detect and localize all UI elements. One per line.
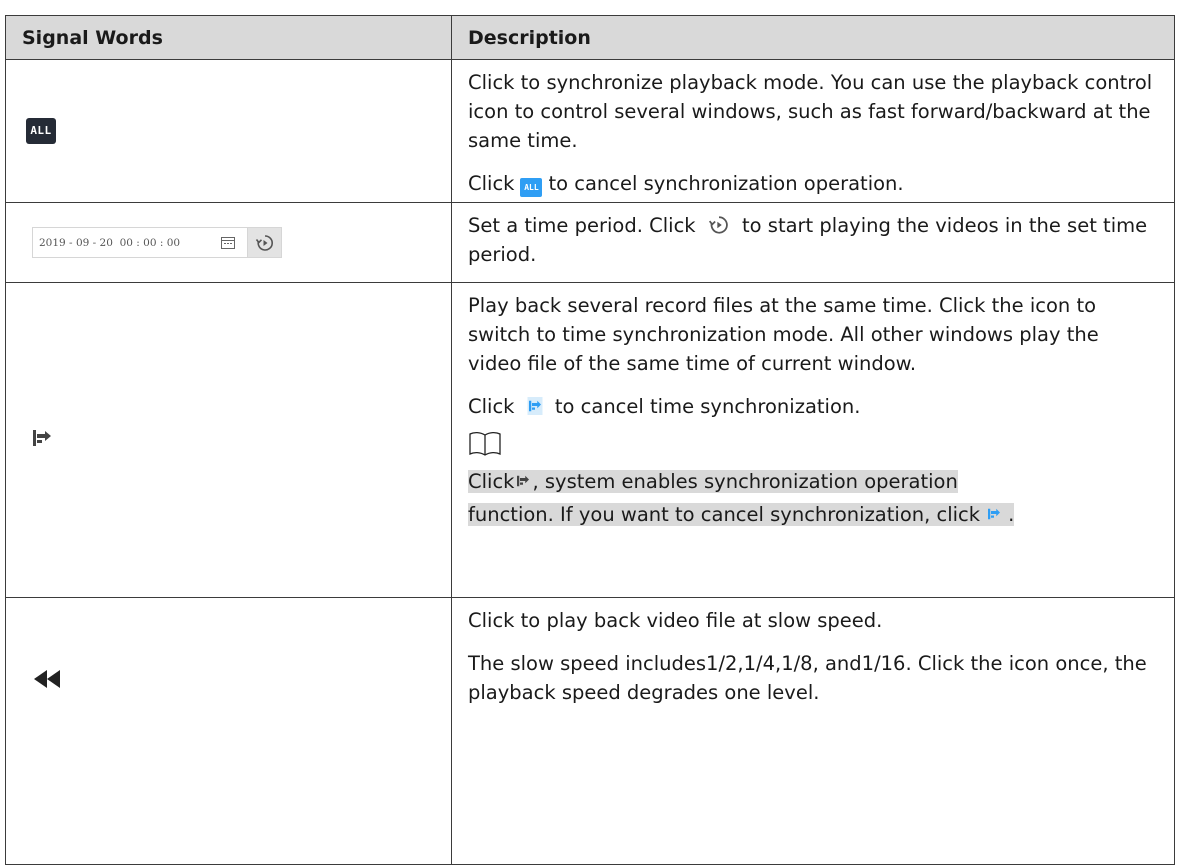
- description-paragraph: Set a time period. Click to start playin…: [468, 211, 1158, 269]
- cancel-suffix: to cancel time synchronization.: [554, 395, 861, 418]
- cancel-suffix: to cancel synchronization operation.: [548, 172, 904, 195]
- replay-button: [248, 227, 282, 258]
- slow-play-icon: [34, 670, 60, 688]
- table-row: 2019 - 09 - 20 00 : 00 : 00 Set a time p…: [5, 202, 1175, 283]
- cancel-prefix: Click: [468, 172, 515, 195]
- note-book-icon: [469, 431, 501, 456]
- table-row: ALL Click to synchronize playback mode. …: [5, 59, 1175, 203]
- header-description: Description: [451, 15, 1175, 60]
- description-paragraph: Click to play back video file at slow sp…: [468, 609, 883, 632]
- calendar-icon: [221, 236, 235, 249]
- note-line-2: function. If you want to cancel synchron…: [468, 500, 1158, 529]
- description-cell: Click to play back video file at slow sp…: [451, 597, 1175, 865]
- note-prefix: function. If you want to cancel synchron…: [468, 503, 981, 526]
- date-time-field: 2019 - 09 - 20 00 : 00 : 00: [32, 227, 248, 258]
- date-time-picker: 2019 - 09 - 20 00 : 00 : 00: [32, 226, 282, 259]
- note-prefix: Click: [468, 470, 515, 493]
- note-highlight: function. If you want to cancel synchron…: [468, 503, 1015, 526]
- signal-cell: [5, 282, 452, 598]
- description-paragraph: The slow speed includes1/2,1/4,1/8, and1…: [468, 652, 1147, 704]
- time-sync-blue-icon: [527, 397, 543, 415]
- note-line-1: Click , system enables synchronization o…: [468, 467, 1158, 496]
- note-suffix: , system enables synchronization operati…: [532, 470, 958, 493]
- signal-cell: 2019 - 09 - 20 00 : 00 : 00: [5, 202, 452, 283]
- note-highlight: Click , system enables synchronization o…: [468, 470, 958, 493]
- time-sync-blue-icon: [988, 508, 1001, 520]
- note-suffix: .: [1008, 503, 1015, 526]
- description-cell: Play back several record files at the sa…: [451, 282, 1175, 598]
- time-sync-icon: [33, 430, 51, 446]
- description-paragraph: Click to synchronize playback mode. You …: [468, 71, 1153, 152]
- signal-words-table: Signal Words Description ALL Click to sy…: [5, 15, 1175, 865]
- description-cell: Set a time period. Click to start playin…: [451, 202, 1175, 283]
- cancel-paragraph: Click to cancel time synchronization.: [468, 392, 1158, 421]
- desc-prefix: Set a time period. Click: [468, 214, 696, 237]
- cancel-prefix: Click: [468, 395, 515, 418]
- signal-cell: [5, 597, 452, 865]
- header-signal-words: Signal Words: [5, 15, 452, 60]
- table-row: Click to play back video file at slow sp…: [5, 597, 1175, 865]
- signal-cell: ALL: [5, 59, 452, 203]
- table-row: Play back several record files at the sa…: [5, 282, 1175, 598]
- replay-icon: [708, 216, 728, 234]
- description-paragraph: Play back several record files at the sa…: [468, 294, 1099, 375]
- all-blue-icon: ALL: [520, 178, 543, 197]
- date-time-value: 2019 - 09 - 20 00 : 00 : 00: [39, 236, 181, 249]
- description-cell: Click to synchronize playback mode. You …: [451, 59, 1175, 203]
- replay-icon: [255, 234, 273, 251]
- table-header-row: Signal Words Description: [5, 15, 1175, 60]
- time-sync-icon: [517, 475, 530, 487]
- all-sync-button-icon: ALL: [26, 118, 56, 144]
- cancel-paragraph: Click ALL to cancel synchronization operat…: [468, 169, 1158, 198]
